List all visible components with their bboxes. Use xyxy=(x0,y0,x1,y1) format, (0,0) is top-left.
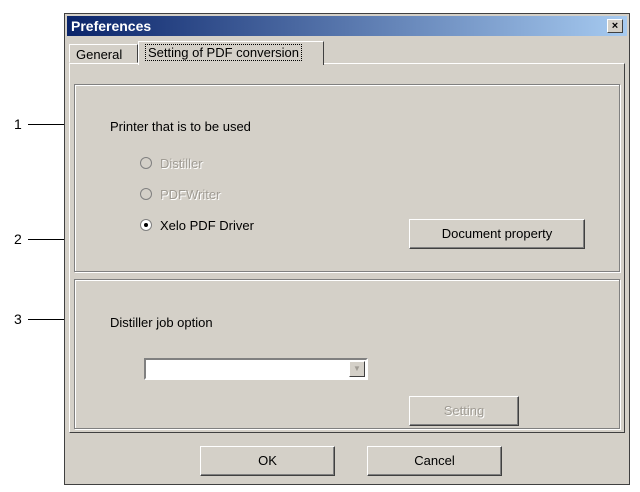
close-icon: × xyxy=(611,20,619,32)
radio-distiller[interactable]: Distiller xyxy=(140,154,203,172)
chevron-down-icon[interactable]: ▼ xyxy=(349,361,365,377)
ok-button[interactable]: OK xyxy=(200,446,335,476)
distiller-group-label: Distiller job option xyxy=(110,315,213,330)
radio-xelo-label: Xelo PDF Driver xyxy=(160,217,254,233)
distiller-job-option-select[interactable]: ▼ xyxy=(144,358,368,380)
printer-group-label: Printer that is to be used xyxy=(110,119,251,134)
callout-number-1: 1 xyxy=(14,116,22,132)
radio-pdfwriter[interactable]: PDFWriter xyxy=(140,185,220,203)
radio-button-selected[interactable] xyxy=(140,219,152,231)
radio-xelo-pdf-driver[interactable]: Xelo PDF Driver xyxy=(140,216,254,234)
radio-pdfwriter-label: PDFWriter xyxy=(160,186,221,202)
document-property-button[interactable]: Document property xyxy=(409,219,585,249)
tab-general[interactable]: General xyxy=(69,44,138,63)
tab-panel: Printer that is to be used Distiller PDF… xyxy=(69,63,625,433)
tab-pdf-label: Setting of PDF conversion xyxy=(145,44,303,61)
setting-button[interactable]: Setting xyxy=(409,396,519,426)
preferences-dialog: Preferences × General Setting of PDF con… xyxy=(64,13,630,485)
close-button[interactable]: × xyxy=(607,19,623,33)
radio-button[interactable] xyxy=(140,157,152,169)
radio-distiller-label: Distiller xyxy=(160,155,203,171)
cancel-button[interactable]: Cancel xyxy=(367,446,502,476)
distiller-group xyxy=(74,279,620,429)
callout-number-2: 2 xyxy=(14,231,22,247)
tab-general-label: General xyxy=(76,47,123,62)
callout-number-3: 3 xyxy=(14,311,22,327)
tab-setting-of-pdf-conversion[interactable]: Setting of PDF conversion xyxy=(138,41,324,65)
window-title: Preferences xyxy=(71,18,152,34)
title-bar[interactable]: Preferences × xyxy=(67,16,627,36)
radio-button[interactable] xyxy=(140,188,152,200)
